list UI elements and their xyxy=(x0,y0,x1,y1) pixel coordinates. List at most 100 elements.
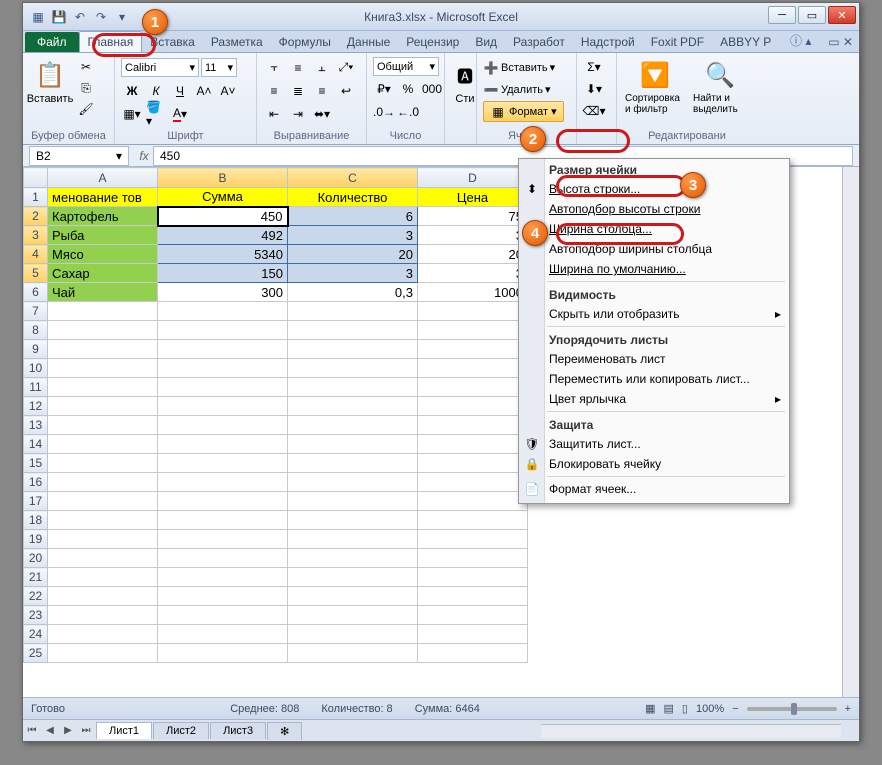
close-button[interactable]: ✕ xyxy=(828,6,856,24)
row-header[interactable]: 13 xyxy=(24,416,48,435)
cell[interactable]: Цена xyxy=(418,188,528,207)
cell[interactable] xyxy=(48,568,158,587)
merge-icon[interactable]: ⬌▾ xyxy=(311,104,333,124)
font-color-icon[interactable]: A▾ xyxy=(169,104,191,124)
row-header[interactable]: 19 xyxy=(24,530,48,549)
cell[interactable] xyxy=(418,378,528,397)
cell[interactable] xyxy=(48,378,158,397)
percent-icon[interactable]: % xyxy=(397,79,419,99)
align-top-icon[interactable]: ⫟ xyxy=(263,58,285,78)
row-header[interactable]: 12 xyxy=(24,397,48,416)
cell[interactable]: 20 xyxy=(418,245,528,264)
shrink-font-icon[interactable]: A˅ xyxy=(217,81,239,101)
cell[interactable]: 3 xyxy=(418,264,528,283)
orientation-icon[interactable]: ⤢▾ xyxy=(335,58,357,78)
cell[interactable]: 150 xyxy=(158,264,288,283)
row-header[interactable]: 4 xyxy=(24,245,48,264)
cell[interactable] xyxy=(288,606,418,625)
cell[interactable] xyxy=(48,397,158,416)
row-header[interactable]: 2 xyxy=(24,207,48,226)
cell[interactable] xyxy=(158,435,288,454)
save-icon[interactable]: 💾 xyxy=(50,8,68,26)
cell[interactable] xyxy=(158,359,288,378)
cell[interactable] xyxy=(418,416,528,435)
cell[interactable] xyxy=(48,606,158,625)
cell[interactable]: Количество xyxy=(288,188,418,207)
row-header[interactable]: 5 xyxy=(24,264,48,283)
format-button[interactable]: ▦Формат ▾ xyxy=(483,101,564,122)
cell[interactable]: 3 xyxy=(418,226,528,245)
tab-abbyy[interactable]: ABBYY P xyxy=(712,32,779,52)
row-header[interactable]: 21 xyxy=(24,568,48,587)
view-layout-icon[interactable]: ▤ xyxy=(664,702,674,715)
cell[interactable] xyxy=(418,454,528,473)
tab-addins[interactable]: Надстрой xyxy=(573,32,643,52)
align-left-icon[interactable]: ≡ xyxy=(263,81,285,101)
cell[interactable] xyxy=(48,530,158,549)
cell[interactable] xyxy=(158,606,288,625)
row-header[interactable]: 8 xyxy=(24,321,48,340)
sheet-tab[interactable]: Лист3 xyxy=(210,722,266,739)
cell[interactable] xyxy=(158,321,288,340)
vertical-scrollbar[interactable] xyxy=(842,167,859,697)
cell[interactable]: 300 xyxy=(158,283,288,302)
row-header[interactable]: 10 xyxy=(24,359,48,378)
cell[interactable] xyxy=(48,587,158,606)
cell[interactable] xyxy=(288,454,418,473)
view-normal-icon[interactable]: ▦ xyxy=(645,702,655,715)
row-header[interactable]: 16 xyxy=(24,473,48,492)
name-box[interactable]: B2▾ xyxy=(29,146,129,166)
inc-decimal-icon[interactable]: .0→ xyxy=(373,102,395,122)
row-header[interactable]: 6 xyxy=(24,283,48,302)
row-header[interactable]: 18 xyxy=(24,511,48,530)
horizontal-scrollbar[interactable] xyxy=(541,724,841,738)
tab-data[interactable]: Данные xyxy=(339,32,398,52)
cell[interactable] xyxy=(418,606,528,625)
cell[interactable] xyxy=(158,511,288,530)
cell[interactable] xyxy=(48,302,158,321)
cell[interactable] xyxy=(48,549,158,568)
row-header[interactable]: 17 xyxy=(24,492,48,511)
cell[interactable] xyxy=(418,473,528,492)
ribbon-min-icon[interactable]: ▭ ✕ xyxy=(822,32,859,52)
cell[interactable] xyxy=(48,473,158,492)
tab-file[interactable]: Файл xyxy=(25,32,79,52)
dec-decimal-icon[interactable]: ←.0 xyxy=(397,102,419,122)
zoom-slider[interactable] xyxy=(747,707,837,711)
row-header[interactable]: 7 xyxy=(24,302,48,321)
find-select-button[interactable]: 🔍 Найти и выделить xyxy=(691,57,749,117)
cell[interactable]: 75 xyxy=(418,207,528,226)
active-cell[interactable]: 450 xyxy=(158,207,288,226)
cell[interactable] xyxy=(48,340,158,359)
cell[interactable] xyxy=(158,530,288,549)
paste-button[interactable]: 📋 Вставить xyxy=(29,57,71,107)
fill-icon[interactable]: ⬇▾ xyxy=(583,79,605,99)
cell[interactable]: 6 xyxy=(288,207,418,226)
row-header[interactable]: 14 xyxy=(24,435,48,454)
cell[interactable] xyxy=(418,492,528,511)
cell[interactable] xyxy=(48,644,158,663)
cell[interactable] xyxy=(288,340,418,359)
tab-developer[interactable]: Разработ xyxy=(505,32,573,52)
sheet-nav[interactable]: ⏮◀▶⏭ xyxy=(23,725,95,736)
number-format-combo[interactable]: Общий▾ xyxy=(373,57,439,76)
menu-tab-color[interactable]: Цвет ярлычка▸ xyxy=(519,389,789,409)
select-all-corner[interactable] xyxy=(24,168,48,188)
cell[interactable] xyxy=(48,359,158,378)
tab-foxit[interactable]: Foxit PDF xyxy=(643,32,712,52)
font-size-combo[interactable]: 11▾ xyxy=(201,58,237,77)
cell[interactable] xyxy=(288,359,418,378)
indent-inc-icon[interactable]: ⇥ xyxy=(287,104,309,124)
cell[interactable] xyxy=(418,340,528,359)
cell[interactable] xyxy=(288,644,418,663)
cell[interactable] xyxy=(48,416,158,435)
cell[interactable] xyxy=(158,492,288,511)
sheet-tab[interactable]: Лист2 xyxy=(153,722,209,739)
row-header[interactable]: 24 xyxy=(24,625,48,644)
cell[interactable] xyxy=(48,435,158,454)
row-header[interactable]: 1 xyxy=(24,188,48,207)
align-center-icon[interactable]: ≣ xyxy=(287,81,309,101)
cell[interactable] xyxy=(288,416,418,435)
cell[interactable] xyxy=(158,644,288,663)
row-header[interactable]: 23 xyxy=(24,606,48,625)
